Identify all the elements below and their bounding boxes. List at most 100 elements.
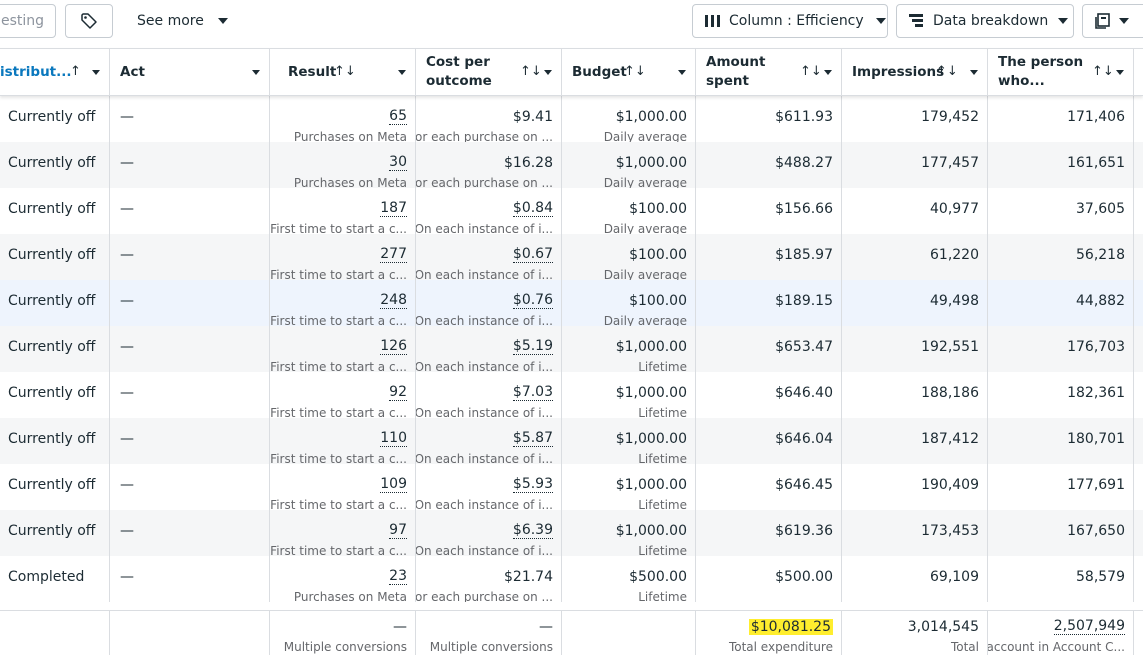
- column-header-impressions[interactable]: Impressions ↑↓: [842, 49, 988, 95]
- result-value[interactable]: 187: [380, 201, 407, 217]
- status-value: Currently off: [8, 339, 96, 355]
- result-value[interactable]: 92: [389, 385, 407, 401]
- chevron-down-icon[interactable]: [824, 70, 832, 75]
- sort-icon[interactable]: ↑↓: [1092, 64, 1114, 79]
- reach-value: 56,218: [1076, 247, 1125, 263]
- column-header-act[interactable]: Act: [110, 49, 270, 95]
- table-row[interactable]: Currently off — 248 First time to start a c…: [0, 280, 1143, 326]
- tag-button[interactable]: [65, 4, 113, 38]
- table-row[interactable]: Currently off — 30 Purchases on Meta $16.28 F…: [0, 142, 1143, 188]
- sort-up-icon[interactable]: ↑: [70, 64, 81, 79]
- sort-icon[interactable]: ↑↓: [936, 64, 958, 79]
- status-value: Currently off: [8, 477, 96, 493]
- result-value[interactable]: 109: [380, 477, 407, 493]
- column-header-cost-per-outcome[interactable]: Cost per outcome ↑↓: [416, 49, 562, 95]
- result-subtext: First time to start a c...: [270, 406, 407, 418]
- cost-per-outcome-cell: $7.03 On each instance of i...: [416, 372, 562, 418]
- cost-per-outcome-value[interactable]: $6.39: [512, 523, 553, 539]
- cost-per-outcome-value[interactable]: $0.84: [512, 201, 553, 217]
- amount-spent-value: $185.97: [775, 247, 833, 263]
- impressions-cell: 188,186: [842, 372, 988, 418]
- result-value[interactable]: 110: [380, 431, 407, 447]
- column-header-label: Cost per: [426, 54, 490, 70]
- act-cell: —: [110, 464, 270, 510]
- result-value[interactable]: 277: [380, 247, 407, 263]
- chevron-down-icon[interactable]: [92, 70, 100, 75]
- act-value: —: [120, 155, 134, 171]
- act-cell: —: [110, 372, 270, 418]
- chevron-down-icon[interactable]: [678, 70, 686, 75]
- totals-spent: $10,081.25: [748, 619, 833, 635]
- amount-spent-cell: $189.15: [696, 280, 842, 326]
- totals-result-sub: Multiple conversions: [283, 640, 407, 654]
- reach-cell: 182,361: [988, 372, 1134, 418]
- budget-cell: $100.00 Daily average: [562, 188, 696, 234]
- cost-per-outcome-value[interactable]: $5.19: [512, 339, 553, 355]
- impressions-value: 61,220: [930, 247, 979, 263]
- table-row[interactable]: Currently off — 277 First time to start a c…: [0, 234, 1143, 280]
- cost-per-outcome-value[interactable]: $0.67: [512, 247, 553, 263]
- amount-spent-value: $156.66: [775, 201, 833, 217]
- sort-icon[interactable]: ↑↓: [624, 64, 646, 79]
- table-row[interactable]: Currently off — 109 First time to start a c…: [0, 464, 1143, 510]
- status-value: Currently off: [8, 431, 96, 447]
- act-cell: —: [110, 510, 270, 556]
- cost-per-outcome-value[interactable]: $0.76: [512, 293, 553, 309]
- chevron-down-icon[interactable]: [544, 70, 552, 75]
- column-header-label: Amount: [706, 54, 766, 70]
- table-row[interactable]: Completed — 23 Purchases on Meta $21.74 For e…: [0, 556, 1143, 602]
- column-header-reach[interactable]: The person who... ↑↓: [988, 49, 1134, 95]
- cost-per-outcome-value[interactable]: $5.93: [512, 477, 553, 493]
- table-row[interactable]: Currently off — 126 First time to start a c…: [0, 326, 1143, 372]
- result-value[interactable]: 248: [380, 293, 407, 309]
- reports-button[interactable]: [1082, 4, 1143, 38]
- impressions-value: 40,977: [930, 201, 979, 217]
- amount-spent-value: $500.00: [775, 569, 833, 585]
- status-value: Currently off: [8, 247, 96, 263]
- status-value: Currently off: [8, 293, 96, 309]
- testing-button[interactable]: esting: [0, 4, 56, 38]
- sort-icon[interactable]: ↑↓: [334, 64, 356, 79]
- budget-subtext: Lifetime: [638, 406, 687, 418]
- result-cell: 110 First time to start a c...: [270, 418, 416, 464]
- column-header-amount-spent[interactable]: Amount spent ↑↓: [696, 49, 842, 95]
- result-value[interactable]: 97: [389, 523, 407, 539]
- chevron-down-icon[interactable]: [970, 70, 978, 75]
- cost-per-outcome-subtext: On each instance of i...: [416, 314, 553, 326]
- result-value[interactable]: 30: [389, 155, 407, 171]
- column-header-distribution[interactable]: istribut... ↑: [0, 49, 110, 95]
- result-value[interactable]: 126: [380, 339, 407, 355]
- column-header-result[interactable]: Result ↑↓: [270, 49, 416, 95]
- reach-value: 167,650: [1067, 523, 1125, 539]
- chevron-down-icon[interactable]: [398, 70, 406, 75]
- result-value[interactable]: 65: [389, 109, 407, 125]
- result-subtext: First time to start a c...: [270, 544, 407, 556]
- column-header-budget[interactable]: Budget ↑↓: [562, 49, 696, 95]
- cost-per-outcome-value: $9.41: [512, 109, 553, 125]
- result-value[interactable]: 23: [389, 569, 407, 585]
- impressions-cell: 69,109: [842, 556, 988, 602]
- cost-per-outcome-cell: $16.28 For each purchase on ...: [416, 142, 562, 188]
- table-row[interactable]: Currently off — 97 First time to start a c.…: [0, 510, 1143, 556]
- see-more-button[interactable]: See more: [137, 4, 228, 38]
- impressions-value: 49,498: [930, 293, 979, 309]
- table-row[interactable]: Currently off — 110 First time to start a c…: [0, 418, 1143, 464]
- table-row[interactable]: Currently off — 65 Purchases on Meta $9.41 Fo…: [0, 96, 1143, 142]
- sort-icon[interactable]: ↑↓: [800, 64, 822, 79]
- totals-reach[interactable]: 2,507,949: [1053, 619, 1125, 635]
- table-row[interactable]: Currently off — 92 First time to start a c.…: [0, 372, 1143, 418]
- cost-per-outcome-subtext: On each instance of i...: [416, 452, 553, 464]
- chevron-down-icon[interactable]: [252, 70, 260, 75]
- chevron-down-icon[interactable]: [1116, 70, 1124, 75]
- act-value: —: [120, 247, 134, 263]
- sort-icon[interactable]: ↑↓: [520, 64, 542, 79]
- budget-cell: $1,000.00 Daily average: [562, 142, 696, 188]
- impressions-value: 190,409: [921, 477, 979, 493]
- cost-per-outcome-value[interactable]: $5.87: [512, 431, 553, 447]
- impressions-cell: 190,409: [842, 464, 988, 510]
- cost-per-outcome-value[interactable]: $7.03: [512, 385, 553, 401]
- column-selector-button[interactable]: Column : Efficiency: [692, 4, 888, 38]
- column-header-label: who...: [998, 73, 1045, 89]
- table-row[interactable]: Currently off — 187 First time to start a c…: [0, 188, 1143, 234]
- data-breakdown-button[interactable]: Data breakdown: [896, 4, 1074, 38]
